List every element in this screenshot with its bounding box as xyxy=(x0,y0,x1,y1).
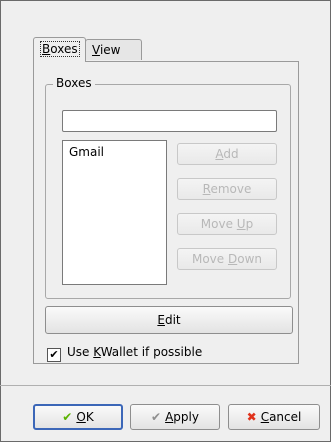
apply-check-icon: ✔ xyxy=(151,410,162,424)
move-up-button[interactable]: Move Up xyxy=(177,213,277,235)
add-button[interactable]: Add xyxy=(177,143,277,165)
kwallet-option[interactable]: ✔ Use KWallet if possible xyxy=(47,344,203,362)
tab-view-mnemonic: V xyxy=(92,43,100,57)
kwallet-label-mnemonic: K xyxy=(93,345,101,359)
edit-button[interactable]: Edit xyxy=(45,306,293,334)
boxes-group-title: Boxes xyxy=(53,76,95,90)
tab-boxes[interactable]: Boxes xyxy=(33,37,86,62)
tab-boxes-label: Boxes xyxy=(40,41,80,57)
remove-button[interactable]: Remove xyxy=(177,178,277,200)
tab-view-label: iew xyxy=(99,43,121,57)
tab-view[interactable]: View xyxy=(85,39,142,60)
move-down-button[interactable]: Move Down xyxy=(177,248,277,270)
button-separator xyxy=(0,385,331,386)
boxes-list[interactable]: Gmail xyxy=(62,140,167,285)
cancel-x-icon: ✖ xyxy=(246,410,257,424)
list-item[interactable]: Gmail xyxy=(69,145,160,159)
kwallet-label-rest: Wallet if possible xyxy=(100,345,203,359)
box-name-input[interactable] xyxy=(62,110,277,132)
kwallet-checkbox[interactable]: ✔ xyxy=(47,348,61,362)
cancel-button[interactable]: ✖ Cancel xyxy=(228,404,320,430)
check-icon: ✔ xyxy=(62,410,73,424)
kwallet-label-prefix: Use xyxy=(67,345,94,359)
ok-button[interactable]: ✔ OK xyxy=(33,404,123,430)
apply-button[interactable]: ✔ Apply xyxy=(130,404,220,430)
